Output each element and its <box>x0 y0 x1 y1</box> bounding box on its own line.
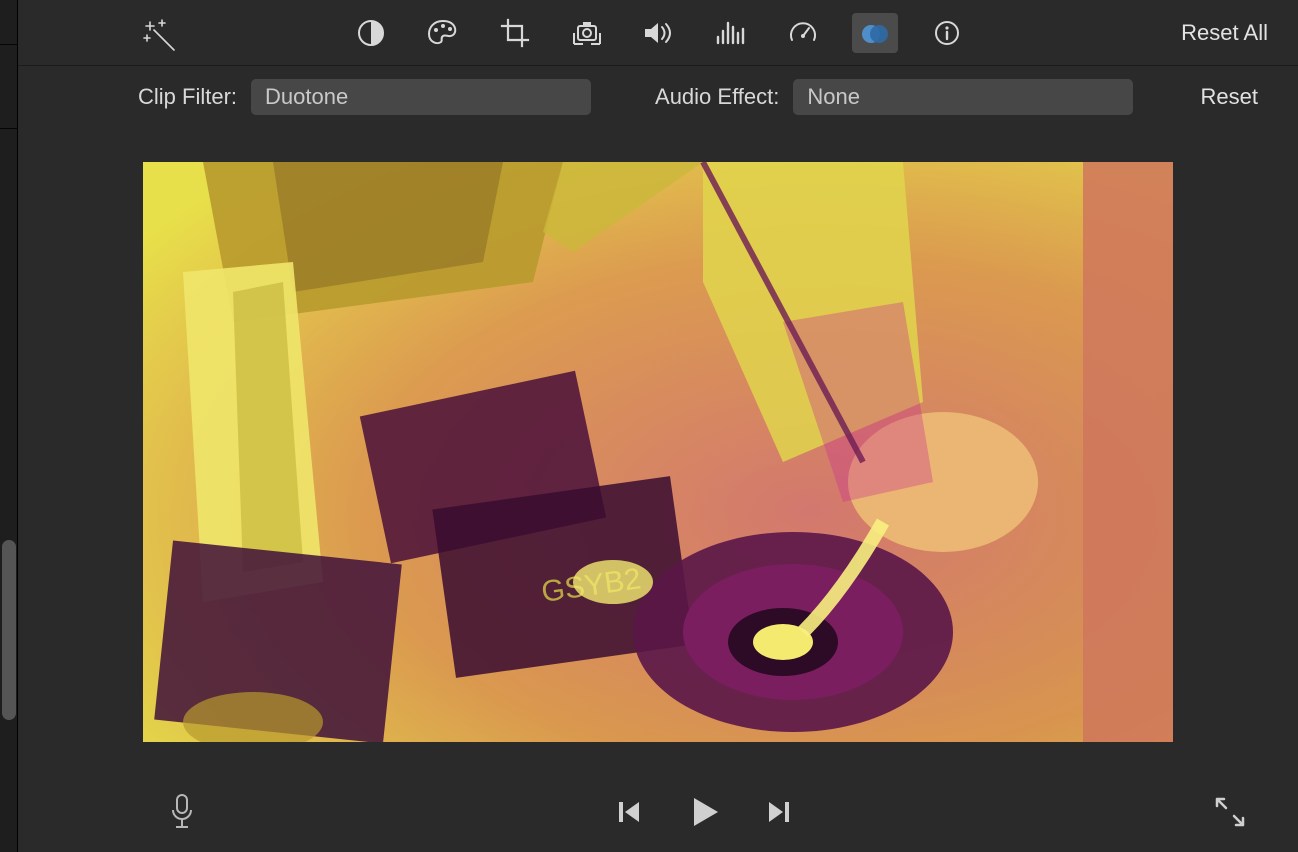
video-preview[interactable]: GSYB2 <box>143 162 1173 742</box>
play-icon[interactable] <box>684 792 724 832</box>
clip-filter-select[interactable]: Duotone <box>251 79 591 115</box>
magic-wand-icon[interactable] <box>140 16 180 56</box>
crop-icon[interactable] <box>492 13 538 53</box>
clip-filter-label: Clip Filter: <box>138 84 237 110</box>
playback-bar <box>18 772 1298 852</box>
fullscreen-icon[interactable] <box>1212 794 1248 830</box>
preview-area: GSYB2 <box>18 128 1298 772</box>
stabilize-icon[interactable] <box>564 13 610 53</box>
audio-effect-label: Audio Effect: <box>655 84 779 110</box>
color-palette-icon[interactable] <box>420 13 466 53</box>
transport-controls <box>196 792 1212 832</box>
overlay-icon[interactable] <box>852 13 898 53</box>
volume-icon[interactable] <box>636 13 682 53</box>
audio-effect-value: None <box>807 84 860 110</box>
reset-all-button[interactable]: Reset All <box>1181 20 1278 46</box>
speed-icon[interactable] <box>780 13 826 53</box>
audio-effect-select[interactable]: None <box>793 79 1133 115</box>
audio-eq-icon[interactable] <box>708 13 754 53</box>
main-panel: Reset All Clip Filter: Duotone Audio Eff… <box>18 0 1298 852</box>
filter-row: Clip Filter: Duotone Audio Effect: None … <box>18 66 1298 128</box>
info-icon[interactable] <box>924 13 970 53</box>
inspector-toolbar: Reset All <box>18 0 1298 66</box>
reset-button[interactable]: Reset <box>1201 84 1258 110</box>
clip-filter-value: Duotone <box>265 84 348 110</box>
previous-icon[interactable] <box>614 797 644 827</box>
contrast-icon[interactable] <box>348 13 394 53</box>
divider <box>0 128 18 129</box>
voiceover-icon[interactable] <box>168 792 196 832</box>
app-root: Reset All Clip Filter: Duotone Audio Eff… <box>0 0 1298 852</box>
left-rail <box>0 0 18 852</box>
tool-icon-group <box>348 13 970 53</box>
divider <box>0 44 18 45</box>
scrollbar-thumb[interactable] <box>2 540 16 720</box>
next-icon[interactable] <box>764 797 794 827</box>
